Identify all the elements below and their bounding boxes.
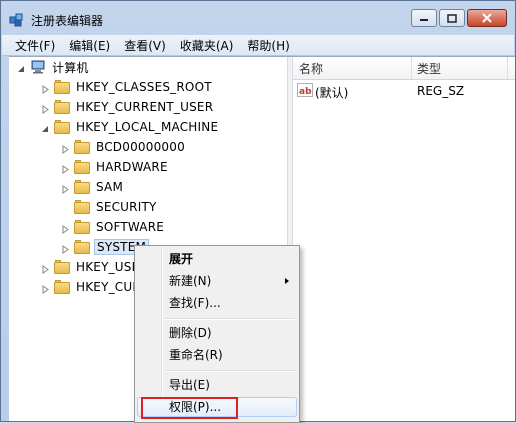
menu-separator bbox=[165, 318, 295, 320]
values-list[interactable]: 名称 类型 ab (默认) REG_SZ bbox=[293, 57, 515, 421]
maximize-button[interactable] bbox=[439, 9, 465, 27]
menu-item-export[interactable]: 导出(E) bbox=[137, 375, 297, 395]
menu-separator bbox=[165, 370, 295, 372]
menu-item-delete[interactable]: 删除(D) bbox=[137, 323, 297, 343]
menu-bar: 文件(F) 编辑(E) 查看(V) 收藏夹(A) 帮助(H) bbox=[2, 35, 514, 56]
collapsed-arrow-icon[interactable] bbox=[61, 223, 70, 234]
list-row[interactable]: ab (默认) REG_SZ bbox=[293, 81, 515, 101]
registry-editor-window: 注册表编辑器 文件(F) 编辑(E) 查看(V) 收藏夹(A) 帮助(H) 计算… bbox=[0, 0, 516, 423]
window-controls bbox=[409, 9, 507, 29]
tree-node-sam[interactable]: SAM bbox=[61, 177, 125, 197]
minimize-icon bbox=[420, 19, 428, 21]
menu-view[interactable]: 查看(V) bbox=[117, 37, 173, 54]
column-separator[interactable] bbox=[411, 57, 412, 79]
column-separator[interactable] bbox=[507, 57, 508, 79]
tree-node-hkey-users[interactable]: HKEY_USE bbox=[41, 257, 141, 277]
menu-item-find[interactable]: 查找(F)... bbox=[137, 293, 297, 313]
tree-node-computer[interactable]: 计算机 bbox=[17, 57, 91, 77]
tree-label-computer: 计算机 bbox=[52, 60, 89, 75]
tree-label: HKEY_CURRENT_USER bbox=[76, 100, 214, 114]
svg-text:ab: ab bbox=[299, 87, 312, 97]
collapsed-arrow-icon[interactable] bbox=[61, 143, 70, 154]
tree-label: BCD00000000 bbox=[96, 140, 185, 154]
folder-icon bbox=[74, 179, 90, 194]
value-type: REG_SZ bbox=[417, 84, 465, 98]
menu-file[interactable]: 文件(F) bbox=[8, 37, 62, 54]
tree-label: HKEY_LOCAL_MACHINE bbox=[76, 120, 219, 134]
collapsed-arrow-icon[interactable] bbox=[41, 83, 50, 94]
folder-icon bbox=[54, 79, 70, 94]
title-bar[interactable]: 注册表编辑器 bbox=[1, 1, 515, 35]
tree-node-software[interactable]: SOFTWARE bbox=[61, 217, 166, 237]
tree-node-hardware[interactable]: HARDWARE bbox=[61, 157, 170, 177]
folder-icon bbox=[74, 219, 90, 234]
folder-icon bbox=[74, 159, 90, 174]
maximize-icon bbox=[447, 13, 457, 23]
tree-node-hkey-local-machine[interactable]: HKEY_LOCAL_MACHINE bbox=[41, 117, 220, 137]
annotation-highlight-box bbox=[141, 397, 238, 419]
menu-item-expand[interactable]: 展开 bbox=[137, 249, 297, 269]
folder-icon bbox=[74, 199, 90, 214]
tree-node-bcd[interactable]: BCD00000000 bbox=[61, 137, 187, 157]
tree-label: HKEY_CUR bbox=[76, 280, 141, 294]
column-header-type[interactable]: 类型 bbox=[417, 60, 441, 77]
window-title: 注册表编辑器 bbox=[31, 14, 104, 28]
folder-icon bbox=[54, 99, 70, 114]
tree-node-hkey-current-user[interactable]: HKEY_CURRENT_USER bbox=[41, 97, 215, 117]
tree-node-hkey-classes-root[interactable]: HKEY_CLASSES_ROOT bbox=[41, 77, 214, 97]
registry-app-icon bbox=[9, 11, 25, 27]
ab-string-icon: ab bbox=[297, 83, 313, 97]
collapsed-arrow-icon[interactable] bbox=[41, 283, 50, 294]
collapsed-arrow-icon[interactable] bbox=[61, 163, 70, 174]
menu-help[interactable]: 帮助(H) bbox=[240, 37, 296, 54]
list-header: 名称 类型 bbox=[293, 57, 515, 80]
menu-item-new-label: 新建(N) bbox=[169, 274, 212, 288]
tree-label: HARDWARE bbox=[96, 160, 168, 174]
tree-node-hkey-current-config[interactable]: HKEY_CUR bbox=[41, 277, 143, 297]
folder-open-icon bbox=[74, 239, 90, 254]
no-expander bbox=[61, 203, 70, 212]
menu-favorites[interactable]: 收藏夹(A) bbox=[173, 37, 241, 54]
value-name: (默认) bbox=[315, 86, 349, 100]
collapsed-arrow-icon[interactable] bbox=[61, 243, 70, 254]
collapsed-arrow-icon[interactable] bbox=[61, 183, 70, 194]
menu-item-rename[interactable]: 重命名(R) bbox=[137, 345, 297, 365]
menu-item-new[interactable]: 新建(N) bbox=[137, 271, 297, 291]
tree-label: SAM bbox=[96, 180, 124, 194]
submenu-arrow-icon bbox=[285, 278, 289, 284]
menu-edit[interactable]: 编辑(E) bbox=[62, 37, 117, 54]
tree-label: HKEY_USE bbox=[76, 260, 140, 274]
folder-icon bbox=[74, 139, 90, 154]
expanded-arrow-icon[interactable] bbox=[41, 123, 50, 132]
computer-icon bbox=[30, 60, 46, 74]
folder-icon bbox=[54, 259, 70, 274]
folder-icon bbox=[54, 279, 70, 294]
collapsed-arrow-icon[interactable] bbox=[41, 263, 50, 274]
collapsed-arrow-icon[interactable] bbox=[41, 103, 50, 114]
folder-icon bbox=[54, 119, 70, 134]
tree-label: SECURITY bbox=[96, 200, 157, 214]
column-header-name[interactable]: 名称 bbox=[299, 60, 323, 77]
minimize-button[interactable] bbox=[411, 9, 437, 27]
tree-label: SOFTWARE bbox=[96, 220, 165, 234]
close-button[interactable] bbox=[467, 9, 507, 27]
tree-node-security[interactable]: SECURITY bbox=[61, 197, 159, 217]
expanded-arrow-icon[interactable] bbox=[17, 63, 26, 72]
close-icon bbox=[482, 13, 492, 23]
tree-label: HKEY_CLASSES_ROOT bbox=[76, 80, 212, 94]
